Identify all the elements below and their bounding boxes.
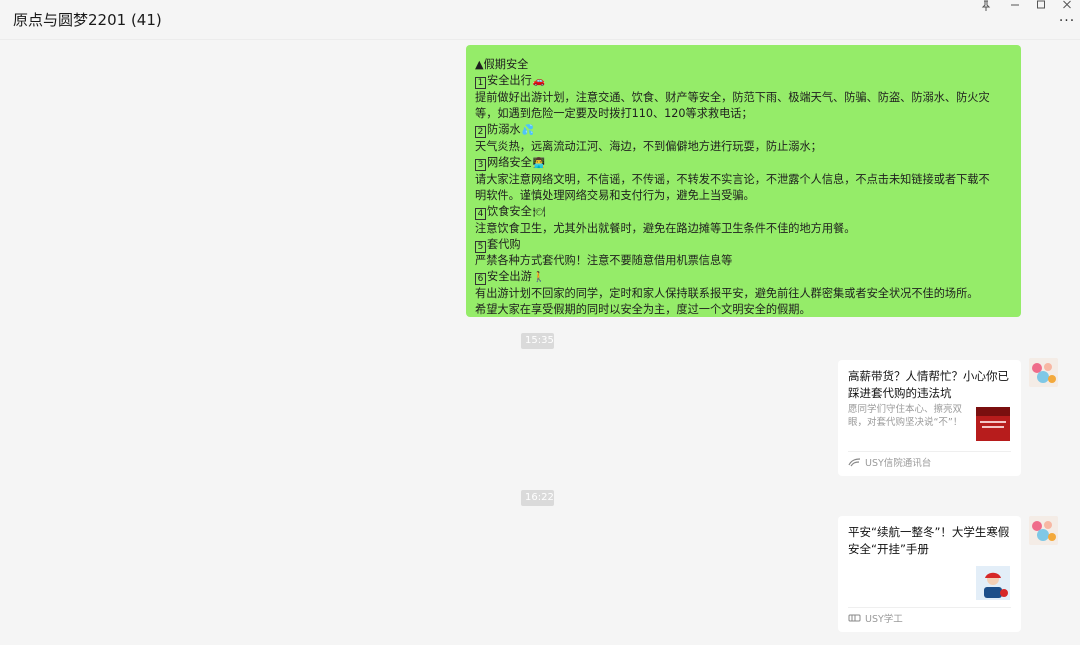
notice-text: ▲假期安全 1 安全出行🚗 提前做好出游计划，注意交通、饮食、财产等安全，防范下雨、极… [475,57,1013,318]
notice-line: 5 套代购 [475,237,1013,253]
notice-line-text: 请大家注意网络文明，不信谣，不传谣，不转发不实言论，不泄露个人信息，不点击未知链… [475,173,990,186]
chat-window: 原点与圆梦2201 (41) ··· ▲假期安全 1 安全出行🚗 提前做好出游计划，注… [0,0,1080,645]
notice-line: 明软件。谨慎处理网络交易和支付行为，避免上当受骗。 [475,188,1013,204]
notice-line: 严禁各种方式套代购！注意不要随意借用机票信息等 [475,253,1013,269]
number-box: 4 [475,208,486,220]
pin-icon[interactable] [975,0,997,12]
number-box: 5 [475,241,486,253]
emoji-icon: 🚶 [532,272,546,283]
card-title: 高薪带货？人情帮忙？小心你已踩进套代购的违法坑 [848,369,1009,400]
notice-line: 2 防溺水💦 [475,122,1013,139]
timestamp: 15:35 [521,333,554,349]
number-box: 6 [475,273,486,285]
notice-line-text: 明软件。谨慎处理网络交易和支付行为，避免上当受骗。 [475,189,755,202]
notice-line-text: 希望大家在享受假期的同时以安全为主，度过一个文明安全的假期。 [475,303,811,316]
notice-line-text: 等，如遇到危险一定要及时拨打110、120等求救电话； [475,107,753,120]
notice-line-text: 提前做好出游计划，注意交通、饮食、财产等安全，防范下雨、极端天气、防骗、防盗、防… [475,91,990,104]
notice-line-text: 饮食安全 [487,205,532,218]
chat-title: 原点与圆梦2201 (41) [13,11,162,29]
card-thumbnail [976,566,1010,600]
maximize-icon[interactable] [1030,0,1052,12]
notice-line: 提前做好出游计划，注意交通、饮食、财产等安全，防范下雨、极端天气、防骗、防盗、防… [475,90,1013,106]
minimize-icon[interactable] [1004,0,1026,12]
notice-line: ▲假期安全 [475,57,1013,73]
card-divider [848,607,1011,608]
notice-line-text: 网络安全 [487,156,532,169]
emoji-icon: 👨‍💻 [532,158,546,169]
notice-line: 有出游计划不回家的同学，定时和家人保持联系报平安，避免前往人群密集或者安全状况不… [475,286,1013,302]
card-source-name: USY学工 [865,614,903,625]
notice-line: 天气炎热，远离流动江河、海边，不到偏僻地方进行玩耍，防止溺水； [475,139,1013,155]
notice-line-text: 防溺水 [487,123,521,136]
emoji-icon: 💦 [521,125,535,136]
number-box: 2 [475,126,486,138]
card-description: 愿同学们守住本心、擦亮双眼，对套代购坚决说“不”！ [848,404,963,428]
notice-line: 6 安全出游🚶 [475,269,1013,286]
card-source: USY信院通讯台 [848,457,931,471]
card-source-name: USY信院通讯台 [865,458,932,469]
notice-line-text: 套代购 [487,238,521,251]
timestamp: 16:22 [521,490,554,506]
notice-line: 注意饮食卫生，尤其外出就餐时，避免在路边摊等卫生条件不佳的地方用餐。 [475,221,1013,237]
link-card[interactable]: 平安“续航一整冬”！大学生寒假安全“开挂”手册 USY学工 [838,516,1021,632]
source-logo-icon [848,457,861,467]
source-logo-icon [848,613,861,623]
notice-line: 3 网络安全👨‍💻 [475,155,1013,172]
notice-line: 1 安全出行🚗 [475,73,1013,90]
notice-line-text: ▲假期安全 [475,58,529,71]
notice-line-text: 有出游计划不回家的同学，定时和家人保持联系报平安，避免前往人群密集或者安全状况不… [475,287,979,300]
avatar[interactable] [1029,358,1058,387]
notice-line: 4 饮食安全🍽 [475,204,1013,221]
link-card[interactable]: 高薪带货？人情帮忙？小心你已踩进套代购的违法坑 愿同学们守住本心、擦亮双眼，对套… [838,360,1021,476]
more-options-button[interactable]: ··· [1058,13,1076,29]
notice-message-bubble[interactable]: ▲假期安全 1 安全出行🚗 提前做好出游计划，注意交通、饮食、财产等安全，防范下雨、极… [466,45,1021,317]
card-source: USY学工 [848,613,903,627]
number-box: 1 [475,77,486,89]
number-box: 3 [475,159,486,171]
card-divider [848,451,1011,452]
card-title: 平安“续航一整冬”！大学生寒假安全“开挂”手册 [848,525,1010,556]
emoji-icon: 🚗 [532,76,546,87]
notice-line-text: 天气炎热，远离流动江河、海边，不到偏僻地方进行玩耍，防止溺水； [475,140,822,153]
notice-line: 请大家注意网络文明，不信谣，不传谣，不转发不实言论，不泄露个人信息，不点击未知链… [475,172,1013,188]
notice-line-text: 安全出游 [487,270,532,283]
emoji-icon: 🍽 [532,207,546,218]
notice-line: 希望大家在享受假期的同时以安全为主，度过一个文明安全的假期。 [475,302,1013,318]
notice-line: 等，如遇到危险一定要及时拨打110、120等求救电话； [475,106,1013,122]
avatar[interactable] [1029,516,1058,545]
notice-line-text: 严禁各种方式套代购！注意不要随意借用机票信息等 [475,254,733,267]
notice-line-text: 注意饮食卫生，尤其外出就餐时，避免在路边摊等卫生条件不佳的地方用餐。 [475,222,856,235]
close-icon[interactable] [1056,0,1078,12]
card-thumbnail [976,407,1010,441]
notice-line-text: 安全出行 [487,74,532,87]
title-bar: 原点与圆梦2201 (41) ··· [0,0,1080,40]
